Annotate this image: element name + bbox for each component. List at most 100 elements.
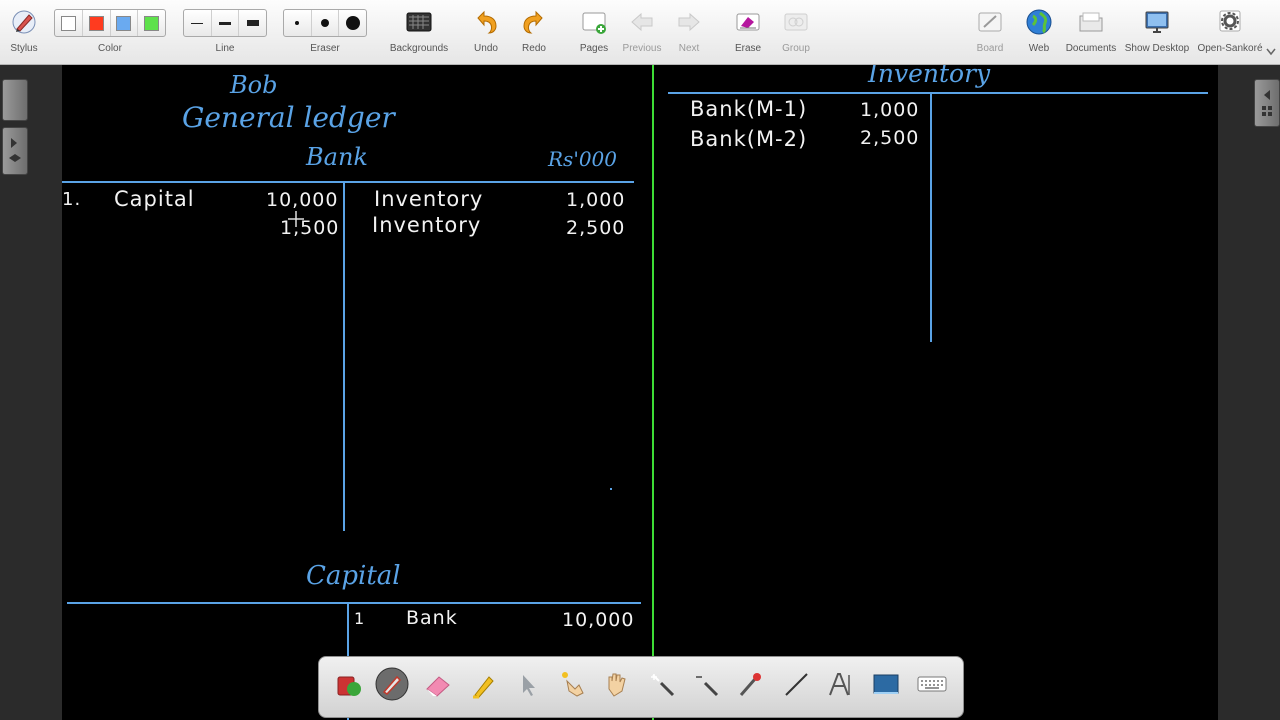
eraser-medium[interactable]	[312, 10, 340, 36]
web-button[interactable]: Web	[1020, 0, 1058, 64]
ink-dot	[610, 488, 612, 490]
erase-button[interactable]: Erase	[728, 0, 768, 64]
main-toolbar: Stylus Color Line Eraser Backgrounds Und…	[0, 0, 1280, 65]
pen-icon	[375, 667, 409, 701]
board-icon	[978, 12, 1002, 32]
capital-credit-row-1-amount: 10,000	[562, 609, 635, 631]
left-palette-tab-top[interactable]	[2, 79, 28, 121]
bank-credit-row-2-label: Inventory	[372, 213, 482, 237]
color-red[interactable]	[83, 10, 111, 36]
capture-icon	[873, 674, 899, 694]
bank-unit-label: Rs'000	[548, 147, 617, 171]
bank-credit-row-2-amount: 2,500	[566, 217, 626, 239]
documents-label: Documents	[1065, 43, 1117, 54]
capital-credit-row-1-label: Bank	[406, 607, 458, 629]
inventory-debit-row-2-amount: 2,500	[860, 127, 920, 149]
show-desktop-button[interactable]: Show Desktop	[1122, 0, 1192, 64]
documents-button[interactable]: Documents	[1064, 0, 1118, 64]
inventory-debit-row-1-label: Bank(M-1)	[690, 97, 808, 121]
undo-button[interactable]: Undo	[468, 0, 504, 64]
selector-icon	[523, 675, 535, 696]
globe-icon	[1026, 9, 1052, 35]
laser-tool[interactable]	[733, 667, 767, 701]
color-blue[interactable]	[111, 10, 139, 36]
bank-credit-row-1-amount: 1,000	[566, 189, 626, 211]
bank-credit-row-1-label: Inventory	[374, 187, 484, 211]
backgrounds-button[interactable]: Backgrounds	[388, 0, 450, 64]
pages-button[interactable]: Pages	[574, 0, 614, 64]
undo-label: Undo	[474, 43, 498, 54]
pen-tool[interactable]	[375, 667, 409, 701]
line-thick[interactable]	[239, 10, 266, 36]
interact-tool[interactable]	[555, 667, 589, 701]
line-group: Line	[183, 0, 267, 64]
hand-icon	[608, 673, 626, 697]
previous-button[interactable]: Previous	[618, 0, 666, 64]
selector-tool[interactable]	[511, 667, 545, 701]
inventory-t-account-center-rule	[930, 92, 932, 342]
arrow-right-icon	[678, 12, 700, 32]
erase-label: Erase	[734, 43, 762, 54]
line-label: Line	[215, 43, 235, 54]
group-button[interactable]: Group	[776, 0, 816, 64]
line-tool[interactable]	[779, 667, 813, 701]
redo-icon	[523, 10, 543, 34]
left-palette-tab-library[interactable]	[2, 127, 28, 175]
inventory-debit-row-1-amount: 1,000	[860, 99, 920, 121]
eraser-large[interactable]	[339, 10, 366, 36]
next-button[interactable]: Next	[670, 0, 708, 64]
highlighter-tool[interactable]	[467, 667, 501, 701]
stylus-button[interactable]: Stylus	[4, 0, 44, 64]
stylus-label: Stylus	[10, 43, 38, 54]
virtual-keyboard-tool[interactable]	[915, 667, 949, 701]
capital-credit-row-1-number: 1	[354, 609, 366, 628]
erase-board-icon	[736, 13, 760, 31]
line-medium[interactable]	[212, 10, 240, 36]
library-icon	[337, 676, 361, 696]
eraser-small[interactable]	[284, 10, 312, 36]
inventory-debit-row-2-label: Bank(M-2)	[690, 127, 808, 151]
right-palette-rail	[1218, 65, 1280, 720]
capture-tool[interactable]	[869, 667, 903, 701]
whiteboard-canvas[interactable]: Bob General ledger Bank Rs'000 1. Capita…	[62, 65, 1218, 720]
board-button[interactable]: Board	[970, 0, 1010, 64]
color-green[interactable]	[138, 10, 165, 36]
color-selector	[54, 9, 166, 37]
redo-button[interactable]: Redo	[516, 0, 552, 64]
open-sankore-label: Open-Sankoré	[1197, 43, 1263, 54]
color-label: Color	[98, 43, 122, 54]
stylus-icon	[12, 10, 36, 34]
zoom-out-icon	[696, 676, 719, 697]
capital-account-title: Capital	[306, 561, 401, 591]
page-split-divider[interactable]	[652, 65, 654, 720]
inventory-t-account-top-rule	[668, 92, 1208, 94]
folder-icon	[1079, 12, 1103, 32]
bank-debit-row-1-amount: 10,000	[266, 189, 339, 211]
chevron-down-icon[interactable]	[1266, 48, 1276, 56]
zoom-out-tool[interactable]	[689, 667, 723, 701]
text-tool[interactable]	[823, 667, 857, 701]
line-thin[interactable]	[184, 10, 212, 36]
bank-debit-row-1-number: 1.	[62, 189, 82, 210]
group-icon	[784, 13, 808, 31]
undo-icon	[477, 10, 497, 34]
color-white[interactable]	[55, 10, 83, 36]
bank-account-title: Bank	[306, 143, 368, 171]
keyboard-icon	[917, 676, 947, 692]
add-page-icon	[582, 12, 606, 34]
eraser-icon	[426, 676, 450, 697]
zoom-in-tool[interactable]	[645, 667, 679, 701]
bank-debit-row-1-label: Capital	[114, 187, 195, 211]
library-tool[interactable]	[331, 667, 365, 701]
inventory-account-title: Inventory	[868, 65, 991, 88]
gear-icon	[1219, 10, 1241, 32]
eraser-group: Eraser	[283, 0, 367, 64]
right-palette-tab[interactable]	[1254, 79, 1280, 127]
redo-label: Redo	[522, 43, 546, 54]
line-icon	[785, 673, 808, 696]
open-sankore-button[interactable]: Open-Sankoré	[1196, 0, 1264, 64]
group-label: Group	[782, 43, 810, 54]
hand-tool[interactable]	[599, 667, 633, 701]
eraser-tool[interactable]	[421, 667, 455, 701]
heading-title: General ledger	[182, 101, 395, 134]
